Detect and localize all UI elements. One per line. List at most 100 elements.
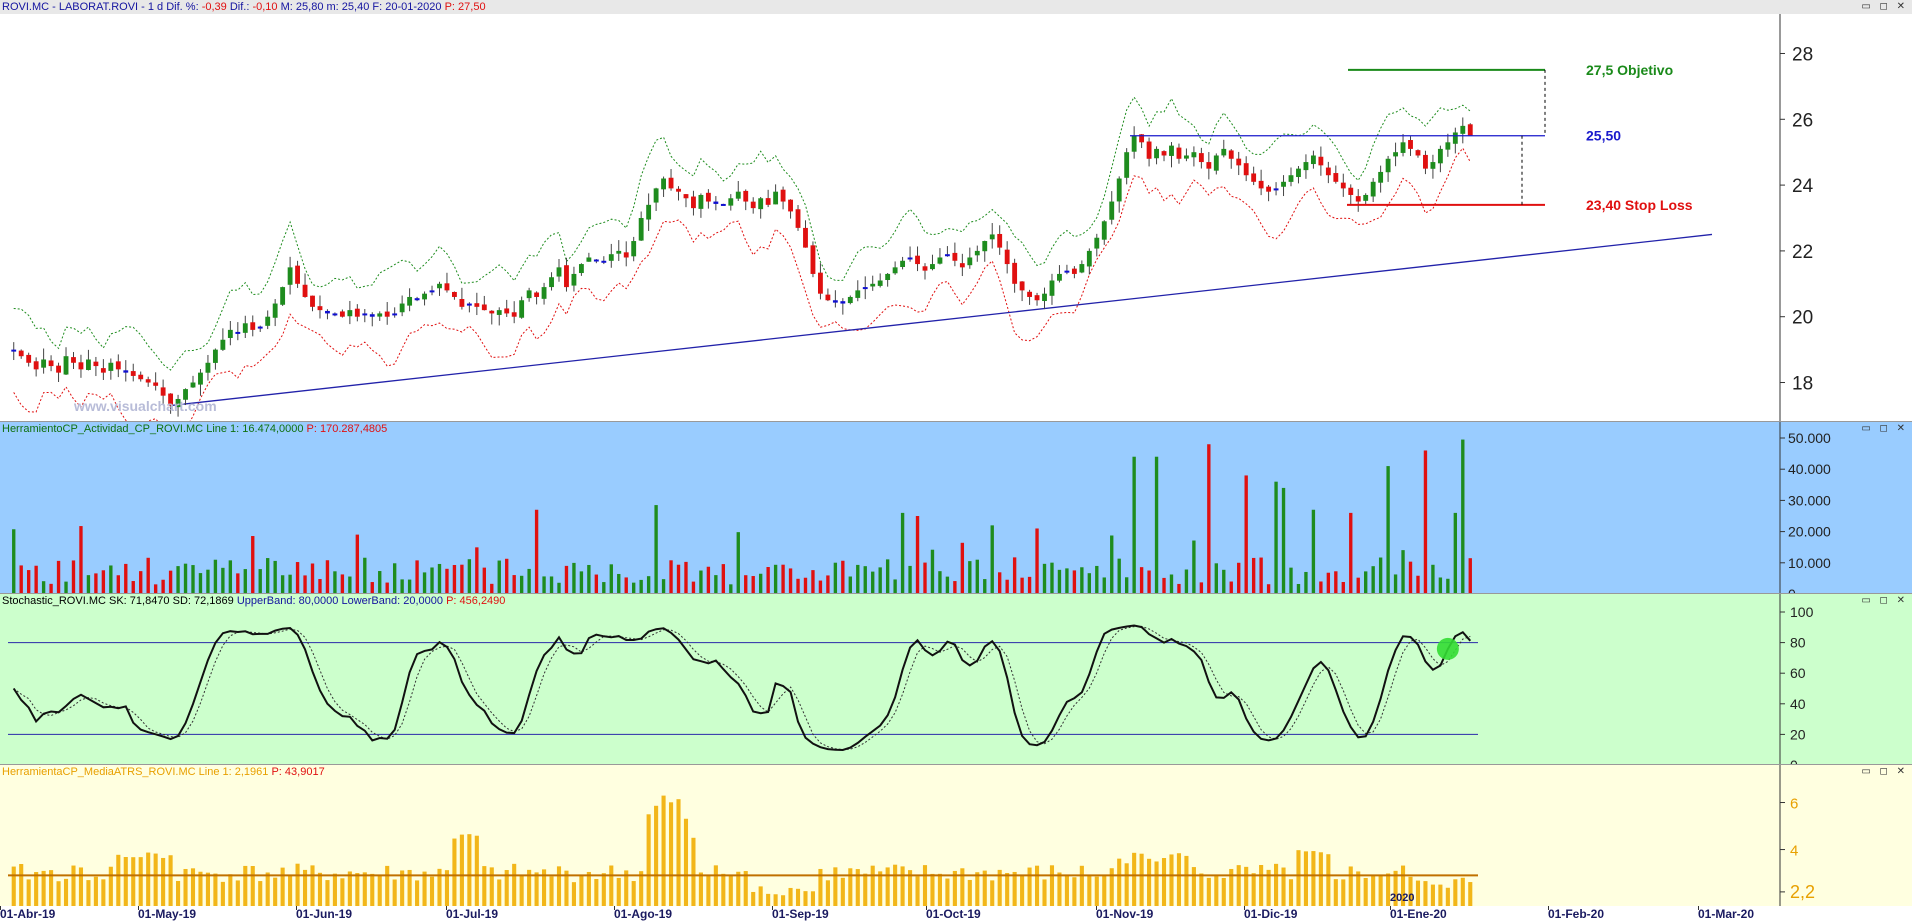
volume-bar [333, 571, 337, 593]
volume-bar [1139, 567, 1144, 593]
atr-bar [646, 814, 651, 906]
window-controls[interactable]: ▭ ◻ ✕ [1861, 1, 1908, 12]
volume-bar [1199, 582, 1204, 593]
volume-bar [206, 569, 210, 593]
candle-body [1318, 156, 1324, 166]
dif-pct-value: -0,39 [201, 1, 227, 13]
atr-bar [1341, 879, 1346, 906]
volume-bar [109, 565, 113, 593]
candle-body [967, 257, 973, 266]
volume-bar [1446, 578, 1450, 593]
objective-label: 27,5 Objetivo [1586, 62, 1673, 78]
volume-bar [990, 525, 994, 593]
volume-bar [1087, 573, 1092, 593]
atr-bar [773, 894, 778, 906]
volume-tick-label: 10.000 [1788, 555, 1831, 571]
candle-body [1251, 173, 1257, 182]
atr-bar [1094, 876, 1099, 906]
volume-bar [564, 565, 569, 593]
volume-bar [475, 547, 479, 593]
candle-body [989, 234, 995, 240]
candle-body [743, 190, 749, 202]
atr-bar [1109, 868, 1114, 906]
atr-bar [519, 875, 524, 906]
volume-bar [721, 564, 726, 593]
candle-body [1079, 264, 1085, 273]
atr-bar [153, 853, 158, 906]
x-tick-label: 01-Jul-19 [446, 907, 499, 921]
volume-bar [736, 532, 740, 593]
volume-bar [960, 542, 965, 593]
candle-body [496, 310, 502, 315]
volume-bar [646, 576, 651, 593]
volume-bar [26, 570, 31, 593]
candle-body [86, 359, 91, 370]
stoch-name: Stochastic_ROVI.MC [2, 595, 106, 607]
candle-body [198, 372, 203, 385]
x-axis: 01-Abr-19 01-May-19 01-Jun-19 01-Jul-19 01-A… [0, 892, 1912, 922]
atr-bar [1064, 875, 1069, 906]
atr-bar [878, 871, 883, 906]
candle-body [1258, 180, 1264, 189]
candle-body [325, 310, 330, 314]
candle-body [825, 294, 831, 301]
candle-body [1213, 155, 1219, 171]
volume-bar [624, 577, 628, 593]
volume-bar [1371, 566, 1375, 593]
volume-bar [280, 575, 285, 593]
volume-bar [1095, 565, 1099, 593]
candle-body [616, 250, 622, 254]
atr-bar [1034, 865, 1040, 906]
candle-body [332, 313, 338, 316]
volume-bar [908, 565, 912, 593]
upper-band-line [13, 96, 1471, 371]
volume-bar [788, 568, 793, 593]
candle-body [593, 259, 599, 262]
volume-bar [19, 565, 23, 593]
candle-body [631, 241, 637, 257]
volume-bar [228, 560, 233, 593]
candle-body [1057, 273, 1062, 281]
window-controls[interactable]: ▭ ◻ ✕ [1861, 423, 1908, 434]
candle-body [892, 267, 898, 274]
candle-body [1019, 281, 1025, 291]
atr-bar [654, 805, 659, 906]
candle-body [1243, 163, 1249, 176]
atr-bar [377, 874, 382, 906]
atr-bar [1468, 882, 1473, 906]
atr-bar [1154, 861, 1159, 906]
window-controls[interactable]: ▭ ◻ ✕ [1861, 766, 1908, 777]
volume-bar [632, 582, 636, 593]
window-controls[interactable]: ▭ ◻ ✕ [1861, 595, 1908, 606]
volume-bar [766, 567, 770, 593]
candle-body [1086, 250, 1092, 267]
atr-bar [1326, 854, 1331, 906]
atr-bar [228, 874, 233, 906]
candle-body [429, 290, 435, 293]
atr-bar [11, 866, 16, 906]
atr-bar [243, 865, 248, 906]
date-value: 20-01-2020 [385, 1, 442, 13]
volume-bar [751, 576, 755, 593]
volume-bar [1065, 568, 1069, 593]
candle-body [257, 326, 263, 329]
atr-bar [870, 865, 875, 906]
volume-bar [512, 575, 516, 593]
atr-bar [220, 881, 225, 906]
volume-pane: HerramientoCP_Actividad_CP_ROVI.MC Line … [0, 422, 1912, 594]
atr-bar [1072, 877, 1077, 906]
atr-bar [101, 879, 106, 906]
volume-bar [706, 566, 711, 593]
candle-body [108, 362, 114, 371]
candle-body [205, 362, 211, 373]
volume-bar [1416, 575, 1420, 593]
volume-bar [161, 579, 165, 593]
volume-bar [1334, 571, 1338, 593]
atr-bar [108, 866, 113, 906]
volume-name: HerramientoCP_Actividad_CP_ROVI.MC [2, 423, 204, 435]
atr-bar [1221, 877, 1226, 906]
stoch-sd-label: SD: [172, 595, 191, 607]
stoch-sk-label: SK: [108, 595, 127, 607]
x-tick-label: 01-Oct-19 [926, 907, 981, 921]
atr-bar [1042, 879, 1047, 906]
